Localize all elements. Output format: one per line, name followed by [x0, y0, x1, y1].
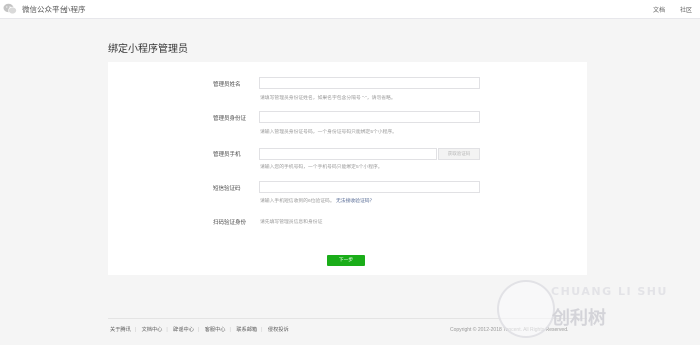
footer-links: 关于腾讯 | 文档中心 | 辟谣中心 | 客服中心 | 联系邮箱 | 侵权投诉: [110, 326, 293, 333]
nav-docs-link[interactable]: 文档: [653, 5, 665, 14]
sms-code-hint: 请输入手机短信收到的6位验证码。 无法接收验证码？: [260, 197, 374, 204]
scan-verify-label: 扫码验证身份: [213, 220, 247, 226]
admin-name-hint: 请填写管理员身份证姓名，如果名字包含分隔号 “·”，请勿省略。: [260, 96, 396, 101]
footer-pipe: |: [229, 327, 231, 333]
footer-pipe: |: [166, 327, 168, 333]
admin-phone-input[interactable]: [259, 148, 437, 160]
footer-pipe: |: [261, 327, 263, 333]
admin-phone-hint: 请输入您的手机号码，一个手机号码只能绑定5个小程序。: [260, 165, 383, 170]
admin-phone-label: 管理员手机: [213, 152, 241, 158]
product-name: 小程序: [63, 5, 86, 14]
footer-link-docs[interactable]: 文档中心: [142, 327, 163, 333]
brand-name[interactable]: 微信公众平台: [22, 4, 67, 15]
footer-link-infringement[interactable]: 侵权投诉: [268, 327, 289, 333]
top-bar: 微信公众平台 | 小程序 文档 社区: [0, 0, 700, 19]
form-card: 管理员姓名 请填写管理员身份证姓名，如果名字包含分隔号 “·”，请勿省略。 管理…: [108, 62, 587, 275]
cannot-receive-code-link[interactable]: 无法接收验证码？: [336, 199, 374, 204]
page-title: 绑定小程序管理员: [108, 44, 188, 55]
wechat-logo-icon[interactable]: [3, 3, 17, 15]
get-code-button[interactable]: 获取验证码: [438, 148, 480, 160]
footer-pipe: |: [134, 327, 137, 333]
sms-code-hint-text: 请输入手机短信收到的6位验证码。: [260, 199, 335, 204]
watermark-english: CHUANG LI SHU: [551, 285, 668, 298]
header-separator: |: [56, 4, 58, 13]
nav-community-link[interactable]: 社区: [680, 5, 692, 14]
admin-name-label: 管理员姓名: [213, 82, 241, 88]
admin-id-hint: 请输入管理员身份证号码，一个身份证号码只能绑定5个小程序。: [260, 130, 397, 135]
footer-link-service[interactable]: 客服中心: [205, 327, 226, 333]
next-button[interactable]: 下一步: [327, 255, 365, 266]
watermark-chinese: 创利树: [552, 308, 606, 329]
watermark-logo-icon: [497, 280, 555, 338]
footer-link-about[interactable]: 关于腾讯: [110, 327, 131, 333]
sms-code-label: 短信验证码: [213, 186, 241, 192]
admin-name-input[interactable]: [259, 77, 480, 89]
footer-pipe: |: [197, 327, 200, 333]
footer-link-rumor[interactable]: 辟谣中心: [173, 327, 194, 333]
admin-id-input[interactable]: [259, 111, 480, 123]
sms-code-input[interactable]: [259, 181, 480, 193]
admin-id-label: 管理员身份证: [213, 116, 247, 122]
scan-verify-hint: 请先填写管理员信息和身份证: [260, 220, 323, 225]
footer-link-email[interactable]: 联系邮箱: [236, 327, 257, 333]
